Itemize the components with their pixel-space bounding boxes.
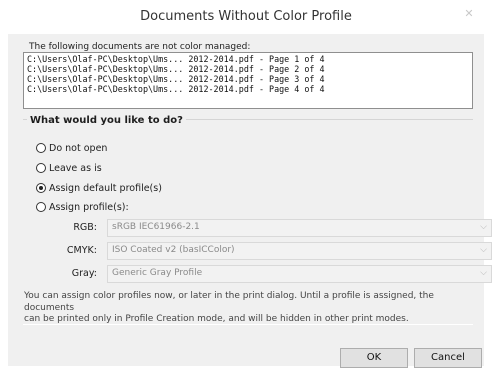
rgb-label: RGB: xyxy=(73,222,97,233)
option-assign-default[interactable]: Assign default profile(s) xyxy=(36,181,162,195)
action-group-heading: What would you like to do? xyxy=(27,115,186,126)
radio-do-not-open[interactable] xyxy=(36,143,46,153)
ok-button[interactable]: OK xyxy=(340,348,408,368)
cmyk-profile-select[interactable]: ISO Coated v2 (basICColor) ⌵ xyxy=(107,242,492,260)
option-do-not-open[interactable]: Do not open xyxy=(36,141,107,155)
option-assign-profiles[interactable]: Assign profile(s): xyxy=(36,200,129,214)
chevron-down-icon: ⌵ xyxy=(480,268,487,278)
close-icon: ✕ xyxy=(464,7,474,20)
option-leave-as-is[interactable]: Leave as is xyxy=(36,161,102,175)
option-label: Assign profile(s): xyxy=(49,201,129,213)
gray-profile-select[interactable]: Generic Gray Profile ⌵ xyxy=(107,265,492,283)
cmyk-label: CMYK: xyxy=(66,245,97,256)
dialog-body: The following documents are not color ma… xyxy=(8,34,492,368)
dialog-title: Documents Without Color Profile xyxy=(140,9,352,24)
chevron-down-icon: ⌵ xyxy=(480,245,487,255)
option-label: Assign default profile(s) xyxy=(49,182,162,194)
chevron-down-icon: ⌵ xyxy=(480,222,487,232)
info-line: can be printed only in Profile Creation … xyxy=(24,314,409,324)
radio-assign-profiles[interactable] xyxy=(36,202,46,212)
radio-assign-default[interactable] xyxy=(36,183,46,193)
list-item[interactable]: C:\Users\Olaf-PC\Desktop\Ums... 2012-201… xyxy=(27,84,469,94)
cancel-button[interactable]: Cancel xyxy=(414,348,482,368)
document-list[interactable]: C:\Users\Olaf-PC\Desktop\Ums... 2012-201… xyxy=(23,52,473,109)
title-bar: Documents Without Color Profile ✕ xyxy=(0,0,492,34)
cmyk-profile-value: ISO Coated v2 (basICColor) xyxy=(112,245,235,255)
radio-leave-as-is[interactable] xyxy=(36,163,46,173)
option-label: Do not open xyxy=(49,142,108,154)
gray-label: Gray: xyxy=(71,268,97,279)
close-button[interactable]: ✕ xyxy=(458,5,480,23)
rgb-profile-value: sRGB IEC61966-2.1 xyxy=(112,222,200,232)
option-label: Leave as is xyxy=(49,162,102,174)
list-item[interactable]: C:\Users\Olaf-PC\Desktop\Ums... 2012-201… xyxy=(27,74,469,84)
list-item[interactable]: C:\Users\Olaf-PC\Desktop\Ums... 2012-201… xyxy=(27,54,469,64)
document-list-label: The following documents are not color ma… xyxy=(29,42,251,52)
rgb-profile-select[interactable]: sRGB IEC61966-2.1 ⌵ xyxy=(107,219,492,237)
info-line: You can assign color profiles now, or la… xyxy=(24,291,434,313)
list-item[interactable]: C:\Users\Olaf-PC\Desktop\Ums... 2012-201… xyxy=(27,64,469,74)
gray-profile-value: Generic Gray Profile xyxy=(112,268,203,278)
info-text: You can assign color profiles now, or la… xyxy=(24,291,484,326)
